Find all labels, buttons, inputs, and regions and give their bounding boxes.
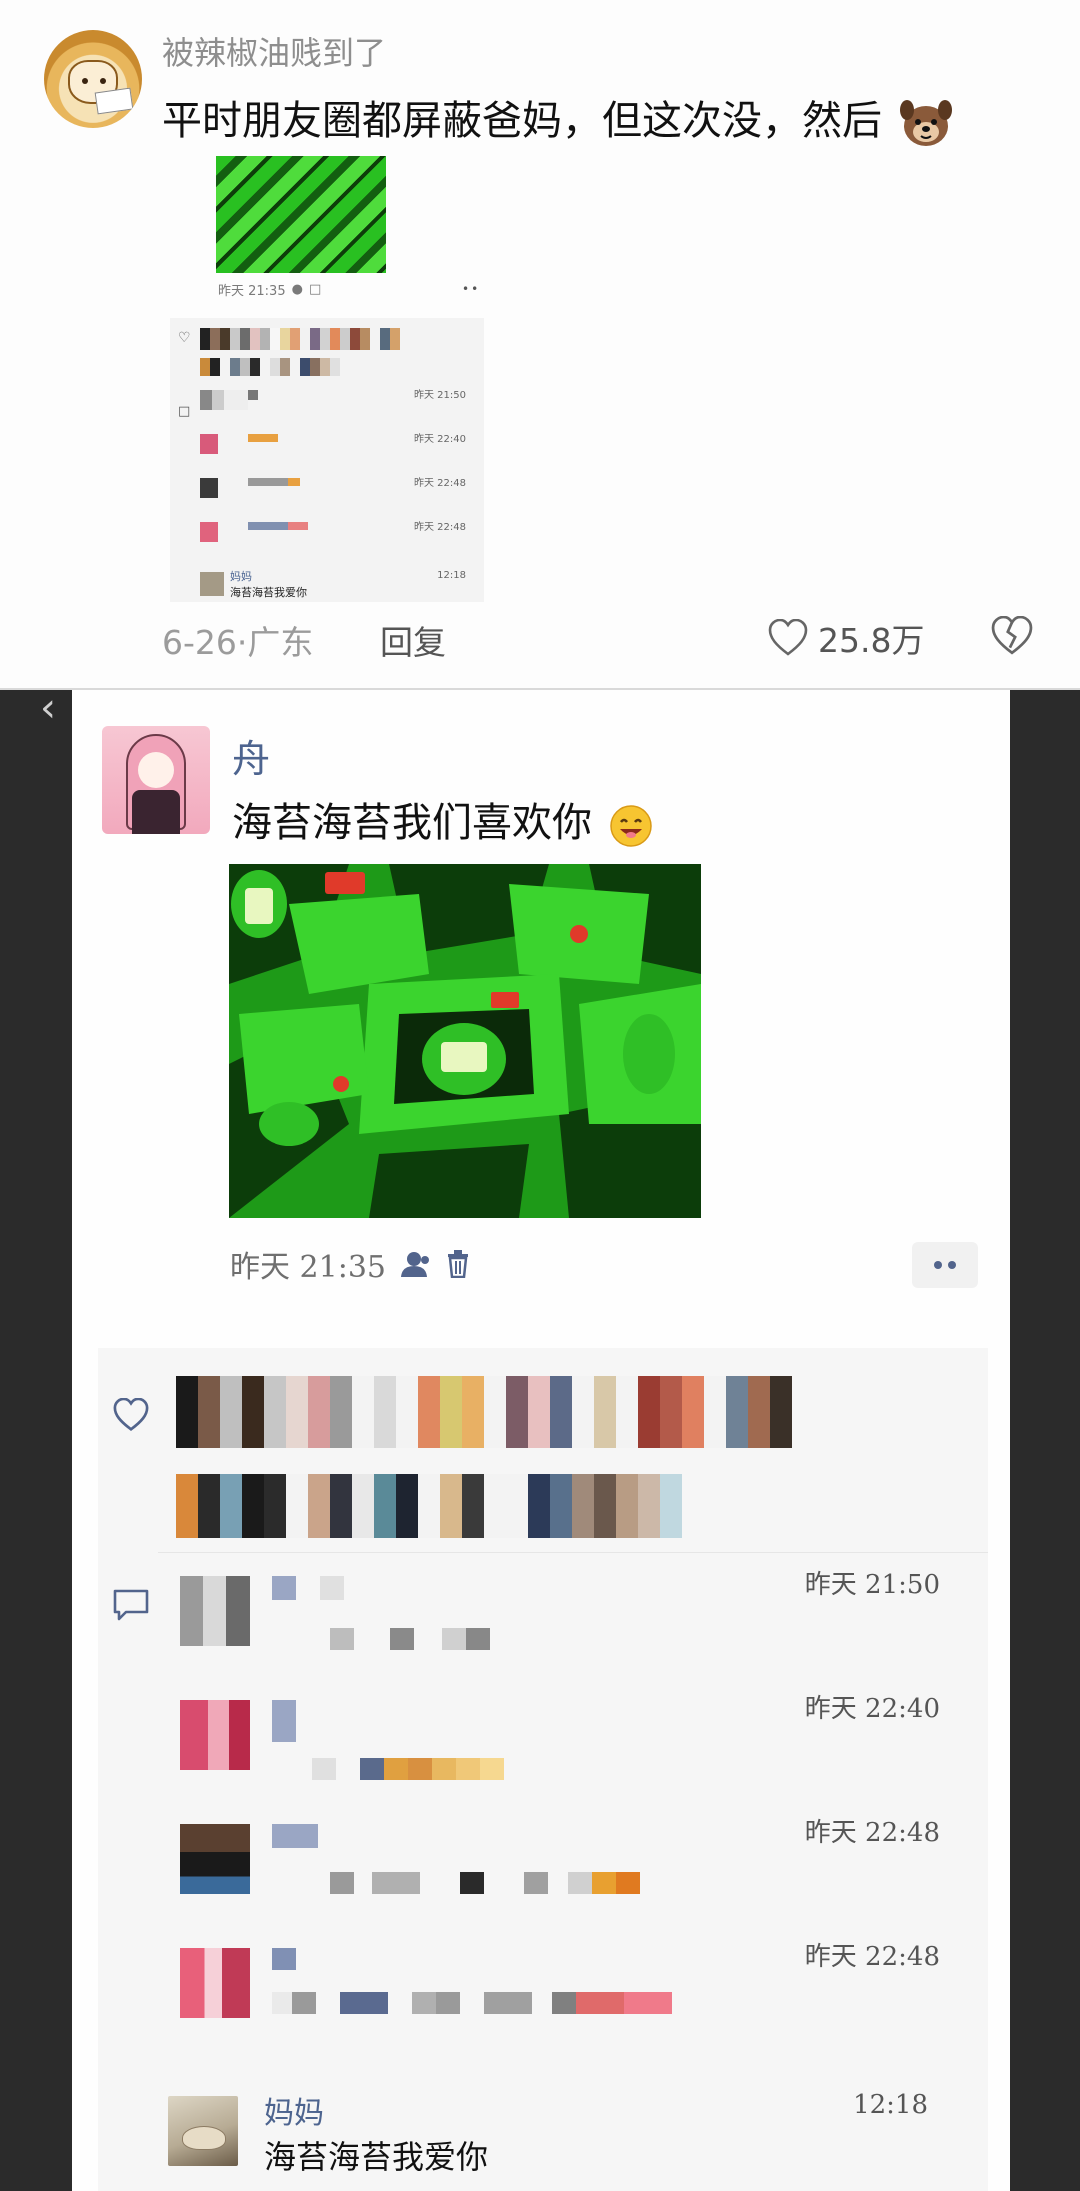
commenter-username[interactable]: 被辣椒油贱到了 [162, 28, 386, 74]
blurred-comment-content [272, 1758, 504, 1780]
cat-photo [182, 2126, 226, 2150]
dog-face-icon [899, 100, 952, 146]
post-meta: 昨天 21:35 [230, 1242, 470, 1286]
panel-divider [158, 1552, 988, 1553]
comment-date-location: 6-26·广东 [162, 623, 314, 662]
mini-trash-icon: □ [308, 282, 322, 297]
blurred-comment-content [272, 1992, 672, 2014]
friends-visibility-icon[interactable] [400, 1250, 432, 1278]
mini-mom-avatar [200, 572, 224, 596]
mini-person-icon: ● [291, 282, 303, 297]
like-count: 25.8万 [818, 621, 925, 660]
poster-name[interactable]: 舟 [232, 728, 270, 783]
seaweed-snack-image [229, 864, 701, 1218]
blurred-comment-content [272, 1576, 344, 1600]
mom-avatar [168, 2096, 238, 2166]
moments-screenshot: ‹ 舟 海苔海苔我们喜欢你 昨天 21:35 昨天 21:50 昨天 22:40… [0, 688, 1080, 2191]
commenter-avatar-blurred [180, 1576, 250, 1646]
interaction-panel: 昨天 21:50 昨天 22:40 昨天 22:48 昨天 22:48 妈妈 海… [98, 1348, 988, 2191]
more-dot [948, 1261, 956, 1269]
post-thumbnail-small[interactable] [216, 156, 386, 273]
comment-time: 昨天 22:48 [804, 1942, 940, 1972]
trash-icon[interactable] [446, 1250, 470, 1278]
comment-time: 昨天 22:40 [804, 1694, 940, 1724]
more-actions-button[interactable] [912, 1242, 978, 1288]
commenter-avatar-blurred [180, 1700, 250, 1770]
back-arrow-icon[interactable]: ‹ [40, 688, 56, 728]
blurred-comment-content [272, 1700, 296, 1742]
heart-icon [113, 1398, 149, 1431]
dislike-button[interactable] [990, 615, 1034, 660]
blurred-comment-content [272, 1824, 318, 1848]
smiling-face-icon [609, 805, 652, 847]
mini-mom-text: 海苔海苔我爱你 [230, 586, 307, 599]
moments-post-card: 舟 海苔海苔我们喜欢你 昨天 21:35 昨天 21:50 昨天 22:40 昨… [72, 690, 1010, 2191]
avatar-sign [94, 87, 134, 115]
mom-comment[interactable]: 妈妈 海苔海苔我爱你 12:18 [168, 2088, 968, 2178]
reply-button[interactable]: 回复 [380, 616, 446, 664]
like-button[interactable]: 25.8万 [768, 614, 924, 662]
mini-comment-time: 昨天 21:50 [414, 390, 466, 401]
mini-interaction-panel: ♡ □ 昨天 21:50 昨天 22:40 昨天 22:48 昨天 22:48 … [170, 318, 484, 602]
blurred-comment-content [330, 1628, 490, 1650]
poster-avatar[interactable] [102, 726, 210, 834]
heart-icon [768, 619, 808, 656]
avatar-body [132, 790, 180, 834]
comment-card: 被辣椒油贱到了 平时朋友圈都屏蔽爸妈，但这次没，然后 昨天 21:35 ● □ … [0, 0, 1080, 688]
post-text: 海苔海苔我们喜欢你 [232, 790, 653, 848]
mini-mom-time: 12:18 [437, 570, 466, 581]
commenter-avatar-blurred [180, 1824, 250, 1894]
mini-likers-mosaic-2 [200, 358, 340, 376]
comment-item[interactable]: 昨天 22:48 [180, 1942, 980, 2048]
liker-avatar-row-2[interactable] [176, 1474, 682, 1538]
mom-comment-time: 12:18 [853, 2090, 928, 2120]
mini-post-meta: 昨天 21:35 ● □ [218, 280, 321, 299]
mini-comment-time: 昨天 22:40 [414, 434, 466, 445]
post-time: 昨天 21:35 [230, 1250, 386, 1285]
liker-avatar-row-1[interactable] [176, 1376, 792, 1448]
comment-item[interactable]: 昨天 22:48 [180, 1818, 980, 1924]
comment-time: 昨天 22:48 [804, 1818, 940, 1848]
broken-heart-icon [991, 615, 1033, 655]
comment-text-body: 平时朋友圈都屏蔽爸妈，但这次没，然后 [162, 98, 882, 144]
blurred-comment-content [330, 1872, 640, 1894]
blurred-comment-content [272, 1948, 296, 1970]
comment-time: 昨天 21:50 [804, 1570, 940, 1600]
mom-name[interactable]: 妈妈 [264, 2088, 324, 2132]
mini-likers-mosaic [200, 328, 400, 350]
mom-comment-text: 海苔海苔我爱你 [264, 2138, 489, 2176]
comment-item[interactable]: 昨天 22:40 [180, 1694, 980, 1800]
mini-comment-time: 昨天 22:48 [414, 522, 466, 533]
commenter-avatar[interactable] [44, 30, 142, 128]
comment-bubble-icon [113, 1589, 149, 1621]
comment-text: 平时朋友圈都屏蔽爸妈，但这次没，然后 [162, 88, 953, 150]
comment-item[interactable]: 昨天 21:50 [180, 1570, 980, 1676]
post-photo[interactable] [229, 864, 701, 1218]
post-text-body: 海苔海苔我们喜欢你 [232, 800, 592, 846]
avatar-face [138, 752, 174, 788]
mini-post-time: 昨天 21:35 [218, 284, 286, 299]
mini-comment-time: 昨天 22:48 [414, 478, 466, 489]
mini-comment-icon: □ [178, 404, 191, 419]
more-dot [934, 1261, 942, 1269]
mini-mom-name: 妈妈 [230, 570, 252, 583]
mini-heart-icon: ♡ [178, 330, 191, 346]
commenter-avatar-blurred [180, 1948, 250, 2018]
mini-more-icon: •• [462, 282, 481, 296]
